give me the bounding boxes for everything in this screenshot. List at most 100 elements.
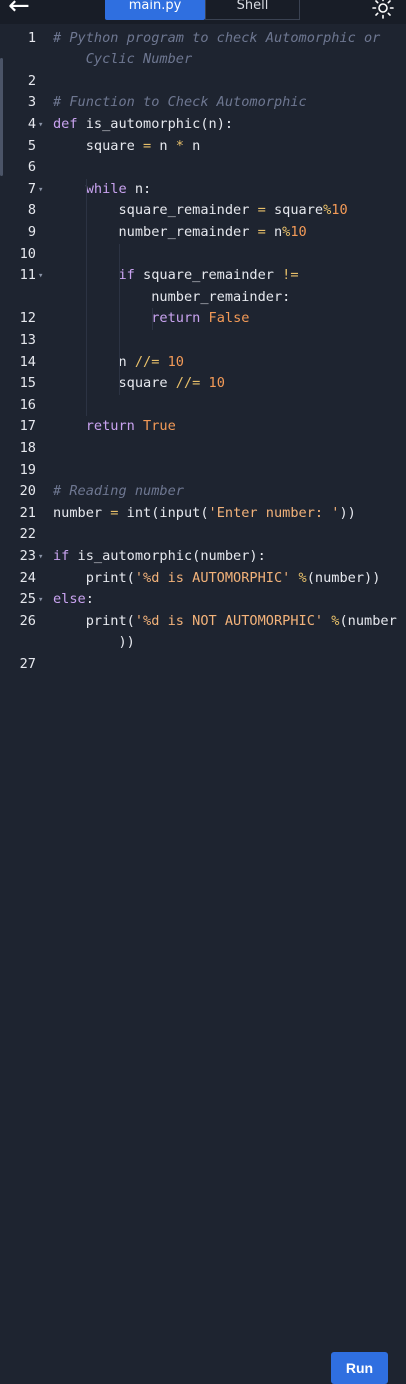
- code-line[interactable]: number_remainder:: [0, 287, 406, 309]
- sun-icon[interactable]: [371, 0, 395, 19]
- code-token: 10: [331, 202, 348, 219]
- code-line[interactable]: Cyclic Number: [0, 49, 406, 71]
- code-token: (number)): [306, 569, 381, 586]
- code-line[interactable]: 9 number_remainder = n%10: [0, 222, 406, 244]
- fold-chevron-icon[interactable]: ▾: [38, 547, 43, 569]
- line-number: 25: [19, 591, 36, 608]
- code-token: //=: [134, 353, 160, 370]
- code-token: square: [53, 375, 176, 392]
- code-text: return True: [53, 416, 176, 438]
- code-line[interactable]: 17 return True: [0, 416, 406, 438]
- run-button[interactable]: Run: [331, 1352, 388, 1384]
- code-text: while n:: [53, 179, 152, 201]
- code-token: False: [200, 310, 250, 327]
- code-text: else:: [53, 589, 94, 611]
- code-line[interactable]: 13: [0, 330, 406, 352]
- code-token: n: [265, 223, 283, 240]
- fold-chevron-icon[interactable]: ▾: [38, 590, 43, 612]
- code-text: number = int(input('Enter number: ')): [53, 503, 356, 525]
- code-line[interactable]: 21 number = int(input('Enter number: ')): [0, 503, 406, 525]
- code-token: 'Enter number: ': [208, 504, 340, 521]
- code-line[interactable]: 26 print('%d is NOT AUTOMORPHIC' %(numbe…: [0, 611, 406, 633]
- code-text: )): [53, 632, 135, 654]
- code-line[interactable]: 15 square //= 10: [0, 373, 406, 395]
- code-token: )): [339, 504, 356, 521]
- code-token: # Python program to check Automorphic or: [53, 29, 381, 46]
- line-number: 12: [19, 310, 36, 327]
- code-line[interactable]: 11 ▾ if square_remainder !=: [0, 265, 406, 287]
- tab-main-py[interactable]: main.py: [105, 0, 205, 20]
- code-line[interactable]: 19: [0, 460, 406, 482]
- code-text: def is_automorphic(n):: [53, 114, 233, 136]
- code-line[interactable]: 1 # Python program to check Automorphic o…: [0, 28, 406, 50]
- code-line[interactable]: 5 square = n * n: [0, 136, 406, 158]
- code-line[interactable]: 25 ▾ else:: [0, 589, 406, 611]
- code-line[interactable]: )): [0, 632, 406, 654]
- code-text: if square_remainder !=: [53, 265, 298, 287]
- code-line[interactable]: 18: [0, 438, 406, 460]
- code-text: number_remainder:: [53, 287, 290, 309]
- code-line[interactable]: 4 ▾ def is_automorphic(n):: [0, 114, 406, 136]
- code-token: while: [53, 180, 127, 197]
- code-token: square_remainder: [53, 202, 258, 219]
- code-token: )): [53, 634, 135, 651]
- code-token: 10: [200, 375, 225, 392]
- code-text: square = n * n: [53, 136, 201, 158]
- code-token: :: [85, 591, 94, 608]
- fold-chevron-icon[interactable]: ▾: [38, 115, 43, 137]
- line-number: 7: [27, 180, 36, 197]
- code-line[interactable]: 3 # Function to Check Automorphic: [0, 92, 406, 114]
- code-token: n:: [126, 180, 152, 197]
- line-number: 4: [27, 115, 36, 132]
- code-token: is_automorphic(number):: [69, 547, 266, 564]
- fold-chevron-icon[interactable]: ▾: [38, 266, 43, 288]
- code-token: Cyclic Number: [53, 51, 193, 68]
- line-number: 3: [27, 94, 36, 111]
- code-line[interactable]: 22: [0, 524, 406, 546]
- code-line[interactable]: 10: [0, 244, 406, 266]
- line-number: 6: [27, 159, 36, 176]
- code-token: return: [53, 418, 135, 435]
- code-line[interactable]: 8 square_remainder = square%10: [0, 200, 406, 222]
- top-bar: ← main.py Shell: [0, 0, 406, 24]
- line-number: 23: [19, 547, 36, 564]
- code-token: *: [175, 137, 184, 154]
- code-token: //=: [175, 375, 201, 392]
- code-token: return: [53, 310, 201, 327]
- line-number: 10: [19, 245, 36, 262]
- code-line[interactable]: 14 n //= 10: [0, 352, 406, 374]
- code-line[interactable]: 27: [0, 654, 406, 670]
- code-line[interactable]: 24 print('%d is AUTOMORPHIC' %(number)): [0, 568, 406, 590]
- code-text: # Function to Check Automorphic: [53, 92, 307, 114]
- code-line[interactable]: 2: [0, 71, 406, 93]
- fold-chevron-icon[interactable]: ▾: [38, 180, 43, 202]
- line-number: 19: [19, 461, 36, 478]
- code-editor[interactable]: 1 # Python program to check Automorphic o…: [0, 24, 406, 670]
- code-token: number_remainder:: [53, 288, 291, 305]
- tab-shell[interactable]: Shell: [205, 0, 300, 20]
- code-line[interactable]: 23 ▾ if is_automorphic(number):: [0, 546, 406, 568]
- code-line[interactable]: 16: [0, 395, 406, 417]
- code-token: if: [53, 267, 135, 284]
- code-token: def: [53, 115, 78, 132]
- line-number: 9: [27, 223, 36, 240]
- code-token: # Reading number: [53, 483, 184, 500]
- code-token: =: [257, 223, 266, 240]
- code-token: print(: [53, 569, 135, 586]
- code-line[interactable]: 12 return False: [0, 308, 406, 330]
- line-number: 1: [27, 29, 36, 46]
- code-token: int(input(: [118, 504, 209, 521]
- code-line[interactable]: 20 # Reading number: [0, 481, 406, 503]
- code-token: square: [265, 202, 324, 219]
- arrow-left-icon[interactable]: ←: [8, 0, 36, 19]
- line-number: 20: [19, 483, 36, 500]
- line-number: 15: [19, 375, 36, 392]
- code-text: print('%d is AUTOMORPHIC' %(number)): [53, 568, 381, 590]
- code-text: Cyclic Number: [53, 49, 192, 71]
- line-number: 27: [19, 655, 36, 670]
- code-line[interactable]: 6: [0, 157, 406, 179]
- line-number: 22: [19, 526, 36, 543]
- code-token: square: [53, 137, 144, 154]
- code-line[interactable]: 7 ▾ while n:: [0, 179, 406, 201]
